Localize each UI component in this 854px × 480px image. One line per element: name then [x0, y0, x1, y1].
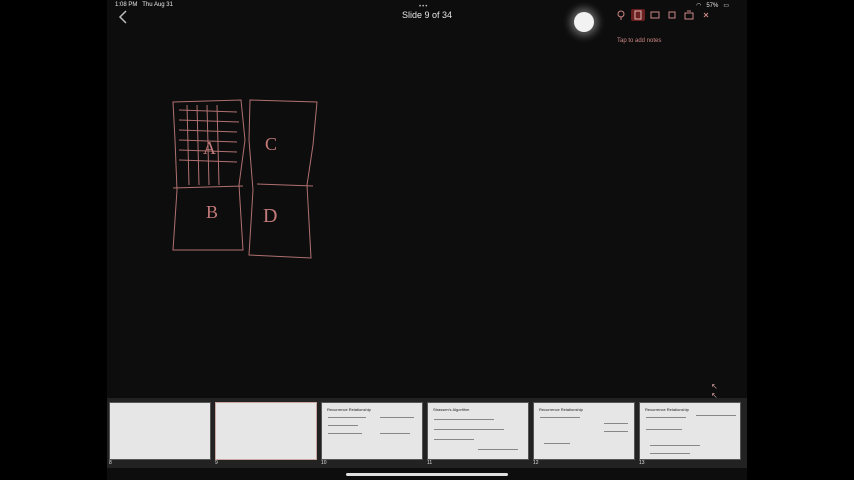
slide-screen: 1:08 PM Thu Aug 31 ••• Slide 9 of 34 ◠ 5… [107, 0, 747, 480]
slide-thumbnail[interactable] [109, 402, 211, 460]
home-indicator[interactable] [346, 473, 508, 476]
slide-thumbnail[interactable]: Strassen's Algorithm [427, 402, 529, 460]
sketch-label-d: D [263, 205, 277, 227]
slide-thumbnail[interactable]: Recurrence Relationship [533, 402, 635, 460]
slide-thumbnail-selected[interactable] [215, 402, 317, 460]
matrix-sketch: A C B D [172, 99, 318, 259]
sketch-label-b: B [206, 202, 218, 222]
thumbnail-number: 8 [109, 460, 112, 466]
sketch-label-a: A [203, 138, 216, 158]
sketch-label-c: C [265, 134, 277, 154]
thumbnail-strip: 8 9 Recurrence Relationship 10 Strassen'… [107, 398, 747, 468]
slide-thumbnail[interactable]: Recurrence Relationship [639, 402, 741, 460]
thumbnail-number: 12 [533, 460, 539, 466]
thumbnail-number: 9 [215, 460, 218, 466]
thumbnail-number: 13 [639, 460, 645, 466]
slide-thumbnail[interactable]: Recurrence Relationship [321, 402, 423, 460]
thumbnail-number: 11 [427, 460, 433, 466]
thumbnail-number: 10 [321, 460, 327, 466]
